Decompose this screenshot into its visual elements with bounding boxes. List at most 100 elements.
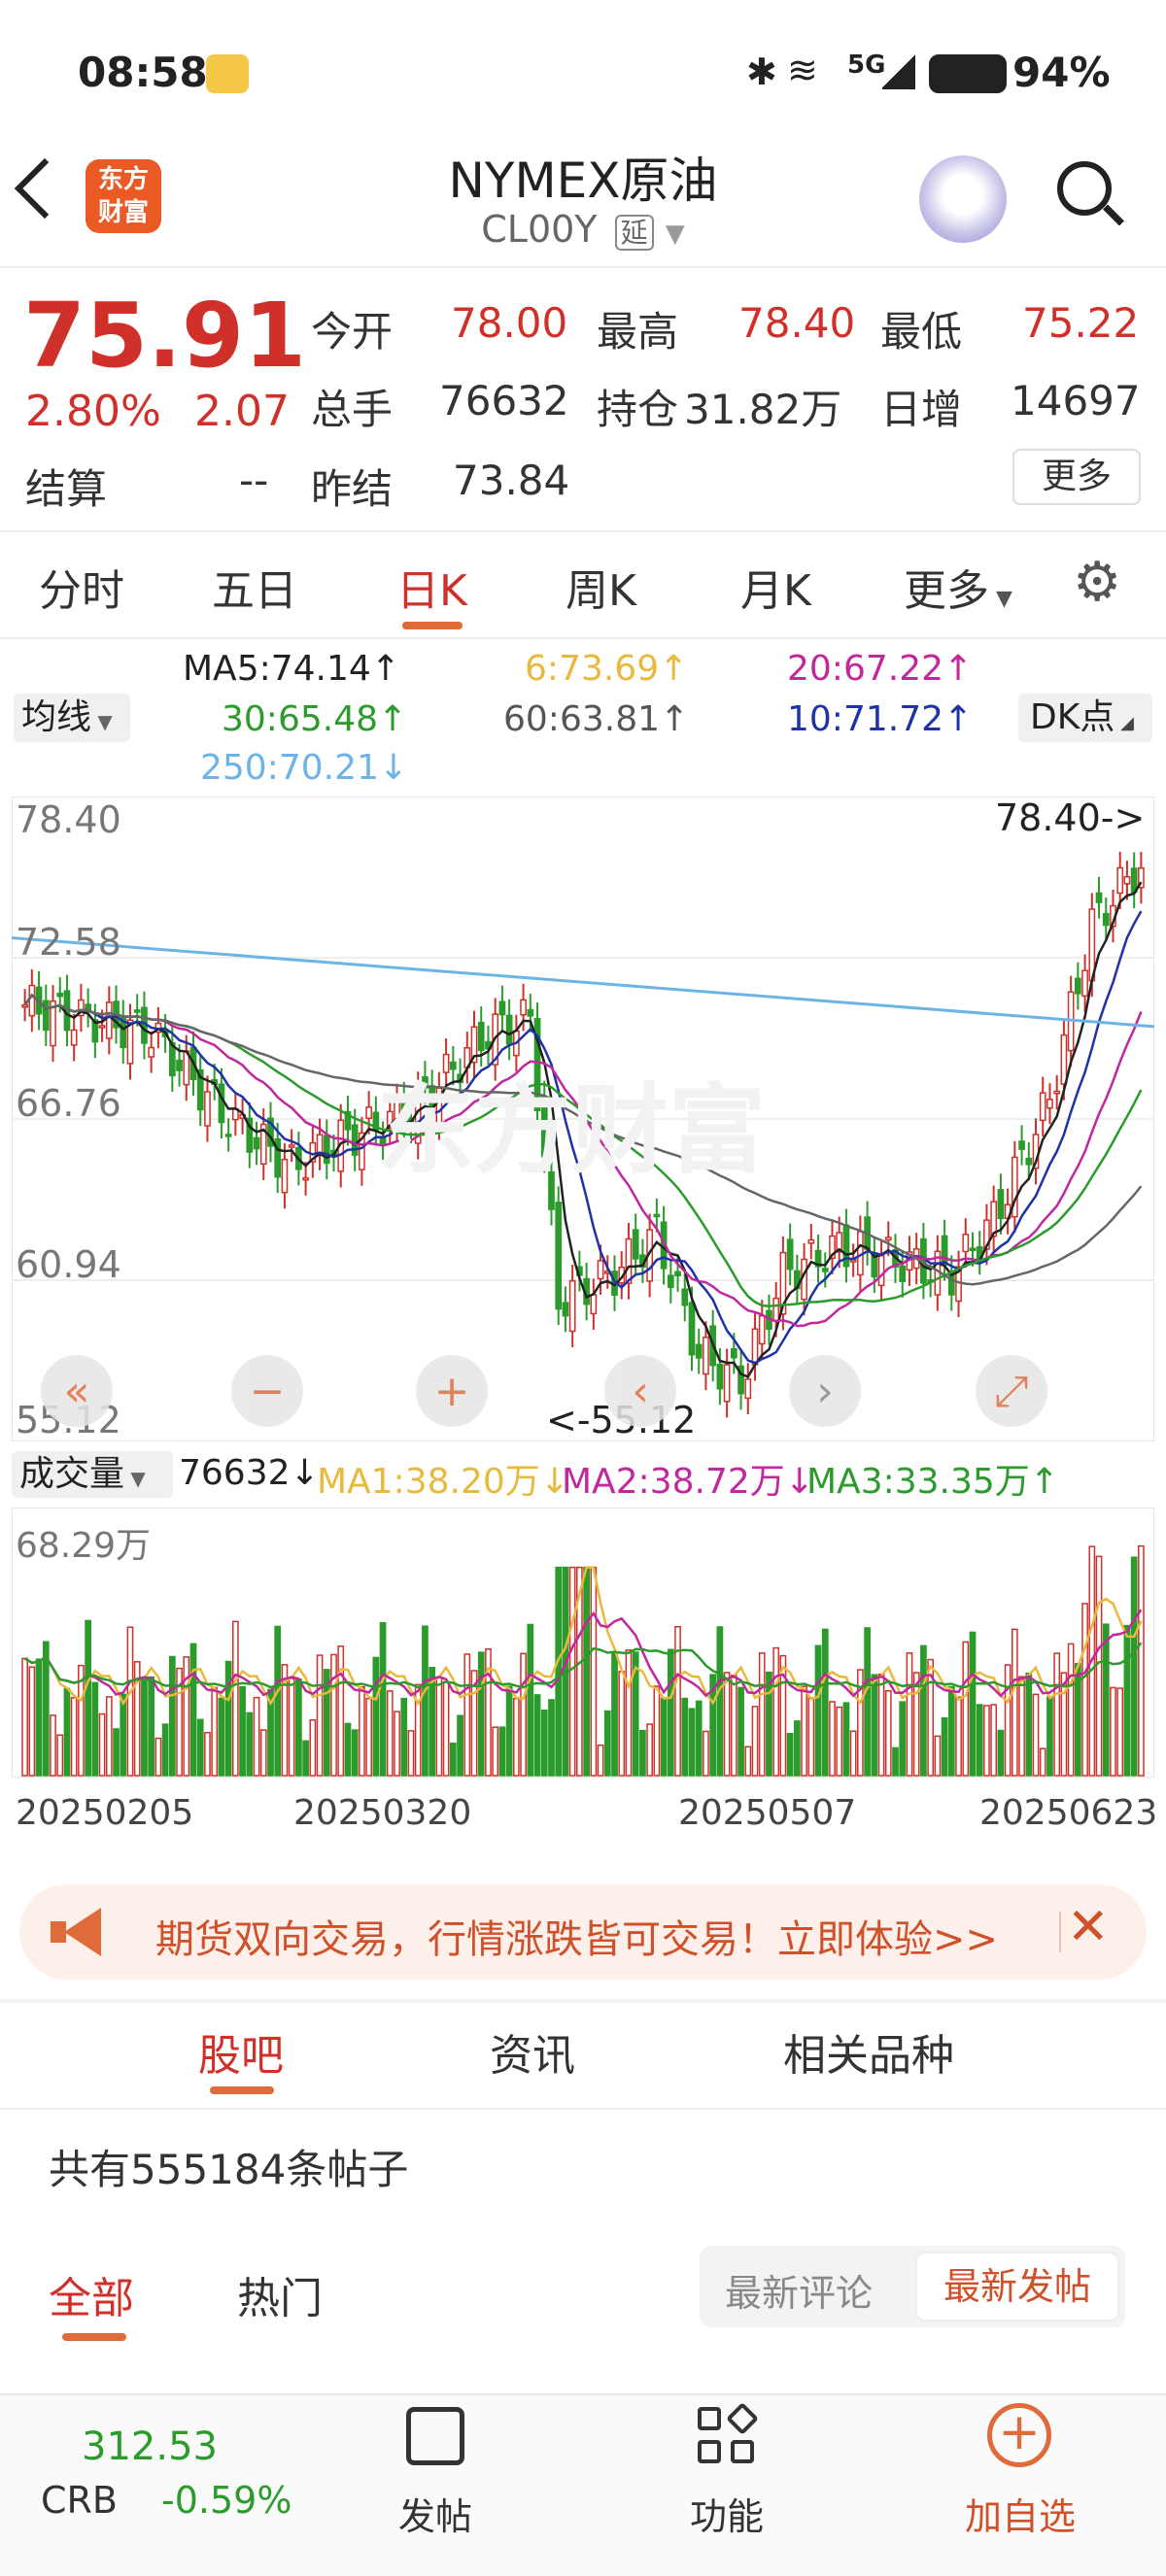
volume-bar — [814, 1644, 822, 1777]
candle-body — [133, 1009, 141, 1013]
candle-body — [625, 1237, 633, 1284]
prev-settle-label: 昨结 — [311, 465, 394, 513]
promo-divider — [1059, 1912, 1061, 1952]
scroll-right-button[interactable]: › — [789, 1355, 861, 1427]
tab-related[interactable]: 相关品种 — [783, 2020, 954, 2083]
volume-bar — [1025, 1672, 1033, 1777]
edit-icon[interactable] — [406, 2407, 464, 2465]
volume-bar — [1046, 1696, 1053, 1777]
volume-bar — [730, 1675, 737, 1777]
volume-bar — [492, 1726, 499, 1777]
open-value: 78.00 — [451, 299, 568, 347]
promo-text[interactable]: 期货双向交易，行情涨跌皆可交易！立即体验>> — [155, 1908, 998, 1964]
candle-body — [703, 1337, 709, 1375]
y-tick-4: 60.94 — [16, 1243, 121, 1286]
volume-bar — [758, 1652, 766, 1777]
volume-bar — [316, 1654, 324, 1777]
volume-bar — [1060, 1672, 1068, 1777]
tab-five-day[interactable]: 五日 — [212, 556, 297, 618]
more-button[interactable]: 更多 — [1012, 449, 1141, 505]
volume-bar — [1095, 1555, 1103, 1777]
robot-assistant-icon[interactable] — [919, 155, 1007, 243]
volume-bar — [1081, 1603, 1088, 1777]
ma30-label: 30:65.48↑ — [222, 699, 408, 739]
daily-increase-label: 日增 — [880, 386, 963, 433]
signal-label: 5G — [847, 51, 886, 80]
volume-bar — [1123, 1624, 1131, 1777]
tab-forum[interactable]: 股吧 — [198, 2020, 284, 2083]
post-button[interactable]: 发帖 — [387, 2487, 484, 2540]
bluetooth-icon: ✱ — [746, 51, 777, 93]
change-percent: 2.80% — [25, 387, 161, 436]
add-watchlist-button[interactable]: 加自选 — [952, 2487, 1088, 2540]
tab-daily-k[interactable]: 日K — [396, 556, 467, 618]
volume-bar — [457, 1714, 463, 1777]
zoom-in-button[interactable]: + — [416, 1355, 488, 1427]
candle-body — [744, 1378, 752, 1400]
volume-bar — [997, 1729, 1005, 1777]
gear-icon[interactable]: ⚙ — [1073, 556, 1121, 610]
volume-bar — [688, 1708, 696, 1777]
add-icon[interactable]: + — [987, 2403, 1051, 2467]
candle-body — [105, 1001, 113, 1039]
search-icon[interactable] — [1057, 161, 1124, 226]
volume-bar — [849, 1730, 857, 1777]
function-button[interactable]: 功能 — [678, 2487, 775, 2540]
volume-selector[interactable]: 成交量 ▼ — [12, 1451, 173, 1498]
volume-max-label: 68.29万 — [16, 1526, 152, 1566]
tab-monthly-k[interactable]: 月K — [740, 556, 811, 618]
wifi-icon: ≋ — [787, 49, 818, 91]
volume-bar — [505, 1685, 513, 1777]
sort-latest-post[interactable]: 最新发帖 — [915, 2252, 1119, 2322]
filter-hot[interactable]: 热门 — [237, 2263, 323, 2325]
volume-bar — [1067, 1643, 1075, 1777]
candle-body — [21, 1003, 28, 1008]
ma-selector[interactable]: 均线 ▼ — [14, 694, 130, 742]
grid-icon[interactable] — [698, 2402, 759, 2465]
sort-latest-comment[interactable]: 最新评论 — [725, 2263, 873, 2317]
volume-bar — [583, 1566, 590, 1777]
volume-bar — [35, 1658, 43, 1777]
candle-body — [316, 1134, 324, 1156]
volume-bar — [63, 1687, 71, 1777]
volume-bar — [969, 1631, 977, 1777]
volume-bar — [372, 1656, 380, 1777]
scroll-left-fast-button[interactable]: « — [41, 1355, 113, 1427]
instrument-code: CL00Y — [481, 208, 598, 251]
volume-bar — [253, 1696, 260, 1777]
volume-bar — [766, 1671, 772, 1777]
close-icon[interactable]: ✕ — [1067, 1898, 1110, 1956]
volume-bar — [1004, 1664, 1012, 1777]
volume-bar — [983, 1705, 990, 1777]
tab-weekly-k[interactable]: 周K — [566, 556, 636, 618]
volume-bar — [590, 1566, 598, 1777]
scroll-left-button[interactable]: ‹ — [604, 1355, 676, 1427]
candle-body — [807, 1238, 815, 1244]
dk-point-button[interactable]: DK点 ◢ — [1018, 694, 1152, 742]
tab-more[interactable]: 更多 ▼ — [904, 556, 1012, 618]
zoom-out-button[interactable]: − — [231, 1355, 303, 1427]
y-tick-2: 72.58 — [16, 921, 121, 964]
volume-bar — [947, 1685, 955, 1777]
volume-bar — [1102, 1623, 1110, 1777]
tab-intraday[interactable]: 分时 — [39, 556, 124, 618]
volume-bar — [653, 1685, 661, 1777]
volume-bar — [842, 1702, 850, 1777]
tab-news[interactable]: 资讯 — [490, 2020, 575, 2083]
fullscreen-icon[interactable]: ⤢ — [976, 1355, 1047, 1427]
volume-bar — [435, 1677, 443, 1777]
volume-chart[interactable] — [12, 1508, 1154, 1778]
volume-bar — [91, 1681, 99, 1777]
volume-bar — [555, 1566, 563, 1777]
battery-icon — [929, 54, 1007, 93]
volume-bar — [906, 1652, 913, 1777]
date-tick-2: 20250320 — [293, 1793, 472, 1833]
candle-body — [1025, 1157, 1033, 1166]
status-time: 08:58 — [78, 49, 208, 96]
candle-body — [568, 1279, 576, 1333]
filter-all[interactable]: 全部 — [49, 2263, 134, 2325]
candle-body — [821, 1268, 829, 1272]
volume-bar — [836, 1706, 843, 1777]
volume-bar — [716, 1626, 724, 1777]
volume-bar — [899, 1701, 907, 1777]
